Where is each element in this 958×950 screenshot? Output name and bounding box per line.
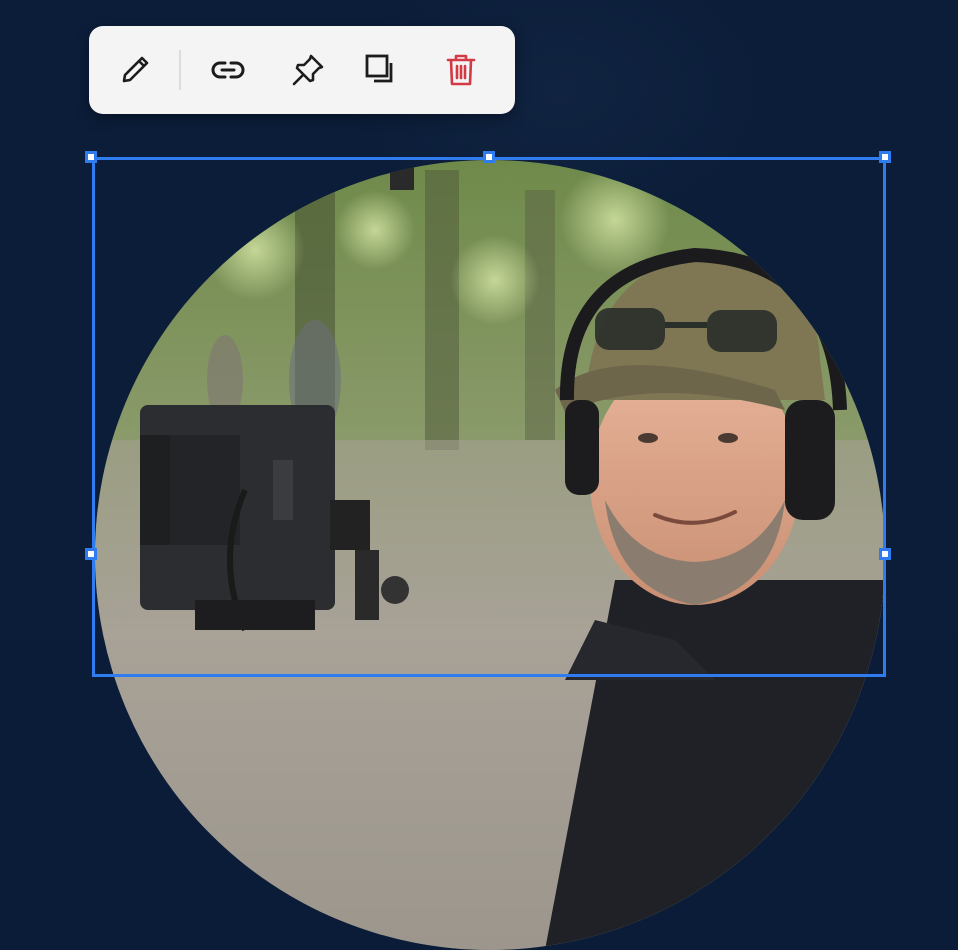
resize-handle-left[interactable] [85,548,97,560]
duplicate-button[interactable] [359,48,403,92]
duplicate-icon [365,54,393,83]
trash-icon [446,54,476,86]
pin-icon [292,54,324,86]
image-toolbar [89,26,515,114]
pin-button[interactable] [286,48,330,92]
delete-button[interactable] [439,48,483,92]
link-button[interactable] [206,48,250,92]
resize-handle-top-right[interactable] [879,151,891,163]
resize-handle-top-left[interactable] [85,151,97,163]
selection-frame [92,157,886,677]
resize-handle-right[interactable] [879,548,891,560]
toolbar-divider [179,50,181,90]
link-icon [211,61,245,79]
edit-button[interactable] [113,48,157,92]
pencil-icon [122,56,149,83]
resize-handle-top[interactable] [483,151,495,163]
